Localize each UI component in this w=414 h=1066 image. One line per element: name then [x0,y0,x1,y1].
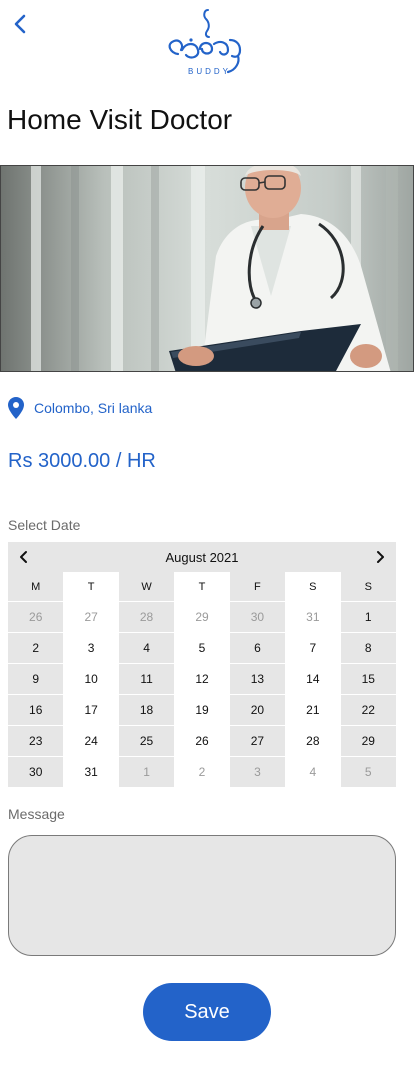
calendar-day-outside-month[interactable]: 5 [340,757,396,788]
message-input[interactable] [8,835,396,956]
calendar-grid: M T W T F S S 26 27 28 29 30 31 1 2 3 4 5 6 7 8 9 10 11 12 13 14 15… [8,572,396,788]
page-title: Home Visit Doctor [7,104,233,135]
map-pin-icon [8,397,24,419]
calendar-day[interactable]: 20 [229,695,286,726]
location-text: Colombo, Sri lanka [34,400,153,416]
calendar-day[interactable]: 19 [174,695,230,726]
weekday-header: T [63,572,119,602]
back-button[interactable] [8,10,32,38]
calendar-day[interactable]: 4 [118,633,175,664]
logo-wordmark: BUDDY [188,67,231,76]
calendar-day-outside-month[interactable]: 2 [174,757,230,788]
calendar-day[interactable]: 11 [118,664,175,695]
calendar-day[interactable]: 7 [285,633,341,664]
calendar-day[interactable]: 17 [63,695,119,726]
calendar-day[interactable]: 16 [8,695,64,726]
calendar-day-outside-month[interactable]: 4 [285,757,341,788]
weekday-header: M [8,572,64,602]
calendar-day[interactable]: 22 [340,695,396,726]
weekday-header: W [118,572,175,602]
calendar-day[interactable]: 10 [63,664,119,695]
calendar-day[interactable]: 1 [340,602,396,633]
calendar: August 2021 M T W T F S S 26 27 28 29 30 31 1 2 3 4 5 6 7 8 9… [8,542,396,788]
next-month-button[interactable] [374,550,388,564]
weekday-header: T [174,572,230,602]
calendar-day-outside-month[interactable]: 1 [118,757,175,788]
calendar-day-outside-month[interactable]: 26 [8,602,64,633]
calendar-day[interactable]: 30 [8,757,64,788]
calendar-day[interactable]: 6 [229,633,286,664]
calendar-day[interactable]: 31 [63,757,119,788]
calendar-day-outside-month[interactable]: 30 [229,602,286,633]
calendar-day[interactable]: 15 [340,664,396,695]
calendar-day[interactable]: 27 [229,726,286,757]
calendar-day-outside-month[interactable]: 3 [229,757,286,788]
calendar-day[interactable]: 2 [8,633,64,664]
calendar-day[interactable]: 5 [174,633,230,664]
calendar-day[interactable]: 24 [63,726,119,757]
chevron-left-icon [20,551,27,563]
calendar-day[interactable]: 23 [8,726,64,757]
calendar-day[interactable]: 26 [174,726,230,757]
weekday-header: S [340,572,396,602]
calendar-day-outside-month[interactable]: 28 [118,602,175,633]
weekday-header: S [285,572,341,602]
calendar-header: August 2021 [8,542,396,572]
calendar-day-outside-month[interactable]: 31 [285,602,341,633]
previous-month-button[interactable] [16,550,30,564]
calendar-day[interactable]: 29 [340,726,396,757]
select-date-label: Select Date [8,517,81,533]
calendar-day[interactable]: 13 [229,664,286,695]
save-button[interactable]: Save [143,983,271,1041]
calendar-day-outside-month[interactable]: 29 [174,602,230,633]
chevron-right-icon [376,551,384,563]
calendar-day[interactable]: 18 [118,695,175,726]
calendar-day[interactable]: 21 [285,695,341,726]
calendar-day[interactable]: 9 [8,664,64,695]
calendar-day[interactable]: 12 [174,664,230,695]
doctor-photo [0,165,414,372]
weekday-header: F [229,572,286,602]
message-label: Message [8,806,65,822]
calendar-month-label: August 2021 [165,549,239,565]
location-row: Colombo, Sri lanka [8,397,152,419]
calendar-day[interactable]: 14 [285,664,341,695]
chevron-left-icon [14,14,26,34]
calendar-day-outside-month[interactable]: 27 [63,602,119,633]
price-label: Rs 3000.00 / HR [8,450,156,472]
calendar-day[interactable]: 3 [63,633,119,664]
calendar-day[interactable]: 28 [285,726,341,757]
calendar-day[interactable]: 25 [118,726,175,757]
calendar-day[interactable]: 8 [340,633,396,664]
app-logo: BUDDY [160,4,250,80]
